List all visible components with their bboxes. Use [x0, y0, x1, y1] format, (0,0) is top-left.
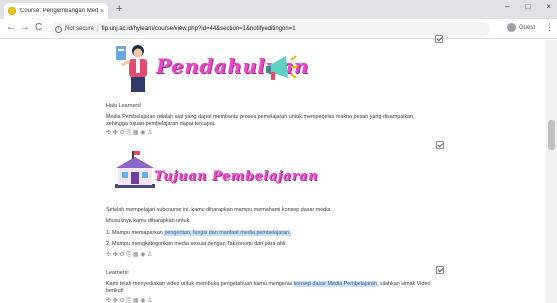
page-scrollbar[interactable] — [546, 40, 557, 303]
section-1-body-line-1: Media Pembelajaran adalah alat yang dapa… — [106, 114, 415, 120]
section-3-line-suffix: , silahkan simak Video — [376, 281, 431, 287]
scrollbar-thumb[interactable] — [548, 120, 555, 150]
section-1-edit-icons[interactable]: ✣ ✤ ⚙ ⎘ ▦ ◉ ♙ — [106, 129, 153, 137]
objective-item-1-highlight: pengertian, fungsi dan manfaat media pem… — [164, 230, 291, 236]
tab-close-icon[interactable]: × — [100, 8, 104, 15]
address-bar[interactable]: i Not secure | fip.unj.ac.id/hylearn/cou… — [50, 22, 490, 36]
window-controls: – □ × — [505, 2, 551, 11]
new-tab-button[interactable]: + — [116, 3, 122, 15]
teacher-illustration-icon — [116, 45, 147, 92]
info-icon[interactable]: i — [55, 25, 62, 33]
back-button[interactable]: ← — [6, 22, 16, 34]
section-3-line-highlight: konsep dasar Media Pembelajaran — [293, 281, 377, 287]
maximize-button[interactable]: □ — [525, 2, 530, 11]
avatar-icon — [507, 23, 516, 32]
favicon-icon — [8, 7, 16, 15]
section-2-edit-icons[interactable]: ✣ ✤ ⚙ ⎘ ▦ ◉ ♙ — [106, 251, 153, 259]
school-building-icon — [115, 151, 155, 188]
megaphone-icon — [266, 55, 297, 80]
url-text: fip.unj.ac.id/hylearn/course/view.php?id… — [101, 26, 296, 32]
objective-item-1: 1. Mampu memaparkan pengertian, fungsi d… — [106, 230, 291, 236]
browser-window: Course: Pengembangan Media × + – □ × ← →… — [0, 0, 557, 303]
section-1-greeting: Halo Learners! — [106, 103, 142, 109]
objective-item-1-prefix: 1. Mampu memaparkan — [106, 230, 163, 236]
section-3-checkbox[interactable] — [436, 266, 444, 274]
section-2-title: Tujuan Pembelajaran — [154, 169, 319, 184]
section-3-body-line-1: Kami telah menyediakan video untuk membu… — [106, 281, 430, 287]
reload-button[interactable]: C — [35, 22, 42, 34]
tab-title: Course: Pengembangan Media — [20, 8, 98, 14]
section-2-checkbox[interactable] — [436, 141, 444, 149]
section-3-body-line-2: berikut! — [106, 288, 124, 294]
minimize-button[interactable]: – — [505, 2, 509, 11]
security-label: Not secure — [65, 26, 95, 32]
section-2-subintro: khususnya kamu diharapkan untuk: — [106, 218, 191, 224]
profile-label: Guest — [519, 24, 536, 31]
menu-icon[interactable]: ⋮ — [545, 22, 554, 33]
section-3-greeting: Learners! — [106, 270, 129, 276]
section-3-line-prefix: Kami telah menyediakan video untuk membu… — [106, 281, 293, 287]
section-1-body-line-2: sehingga tujuan pembelajaran dapat terca… — [106, 121, 216, 127]
objective-item-2: 2. Mampu mengkategorikan media sesuai de… — [106, 241, 287, 247]
separator: | — [97, 26, 99, 32]
browser-tab[interactable]: Course: Pengembangan Media × — [4, 3, 108, 19]
section-2-intro: Setelah mempelajari subcourse ini, kamu … — [106, 207, 332, 213]
section-3-edit-icons[interactable]: ✣ ✤ ⚙ ⎘ ▦ ◉ ♙ — [106, 297, 153, 303]
browser-toolbar: ← → C i Not secure | fip.unj.ac.id/hylea… — [0, 19, 557, 39]
forward-button[interactable]: → — [20, 22, 30, 34]
profile-button[interactable]: Guest — [507, 23, 535, 32]
section-1-checkbox[interactable] — [435, 35, 443, 43]
tab-bar: Course: Pengembangan Media × + – □ × — [0, 0, 557, 19]
close-window-button[interactable]: × — [546, 2, 551, 11]
